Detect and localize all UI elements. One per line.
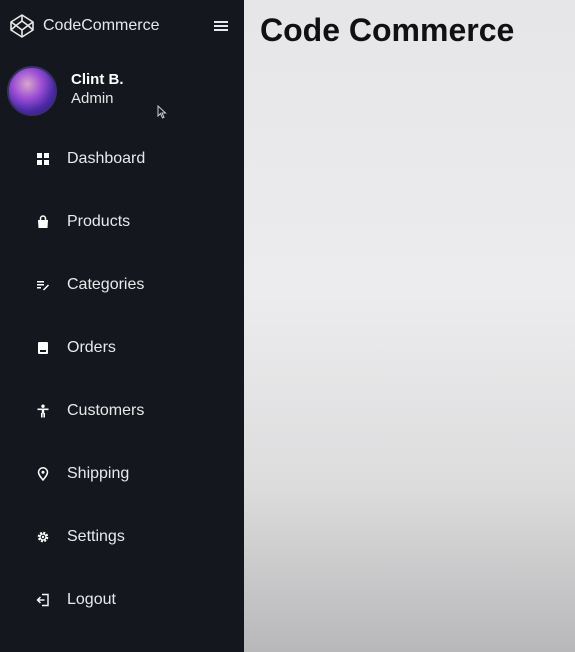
page-title: Code Commerce — [260, 12, 515, 48]
sidebar-item-products[interactable]: Products — [0, 190, 244, 253]
sidebar-item-shipping[interactable]: Shipping — [0, 442, 244, 505]
sidebar-item-settings[interactable]: Settings — [0, 505, 244, 568]
sidebar: CodeCommerce Clint B. Admin Dashboard Pr… — [0, 0, 244, 652]
profile-text: Clint B. Admin — [71, 71, 124, 108]
main-content: Code Commerce — [244, 0, 575, 652]
user-profile[interactable]: Clint B. Admin — [0, 52, 244, 116]
book-icon — [34, 339, 52, 357]
brand-name[interactable]: CodeCommerce — [43, 17, 210, 35]
sidebar-item-dashboard[interactable]: Dashboard — [0, 127, 244, 190]
sidebar-item-label: Orders — [67, 338, 116, 356]
profile-name: Clint B. — [71, 70, 124, 88]
person-icon — [34, 402, 52, 420]
sidebar-item-logout[interactable]: Logout — [0, 568, 244, 631]
sidebar-item-label: Shipping — [67, 464, 130, 482]
sidebar-item-label: Customers — [67, 401, 145, 419]
bag-icon — [34, 213, 52, 231]
sidebar-nav: Dashboard Products Categories Orders Cus… — [0, 127, 244, 631]
sidebar-item-label: Products — [67, 212, 131, 230]
avatar[interactable] — [7, 66, 57, 116]
hamburger-icon[interactable] — [210, 15, 232, 37]
sidebar-item-categories[interactable]: Categories — [0, 253, 244, 316]
grid-icon — [34, 150, 52, 168]
sidebar-item-label: Settings — [67, 527, 125, 545]
brand-header: CodeCommerce — [0, 0, 244, 52]
app-window: CodeCommerce Clint B. Admin Dashboard Pr… — [0, 0, 575, 652]
sidebar-item-label: Dashboard — [67, 149, 146, 167]
sidebar-item-customers[interactable]: Customers — [0, 379, 244, 442]
gear-icon — [34, 528, 52, 546]
logout-icon — [34, 591, 52, 609]
profile-role: Admin — [71, 89, 114, 107]
sidebar-item-label: Logout — [67, 590, 116, 608]
location-pin-icon — [34, 465, 52, 483]
sidebar-item-orders[interactable]: Orders — [0, 316, 244, 379]
sidebar-item-label: Categories — [67, 275, 145, 293]
codepen-cube-icon[interactable] — [8, 12, 36, 40]
mouse-cursor-icon — [157, 104, 167, 124]
list-edit-icon — [34, 276, 52, 294]
